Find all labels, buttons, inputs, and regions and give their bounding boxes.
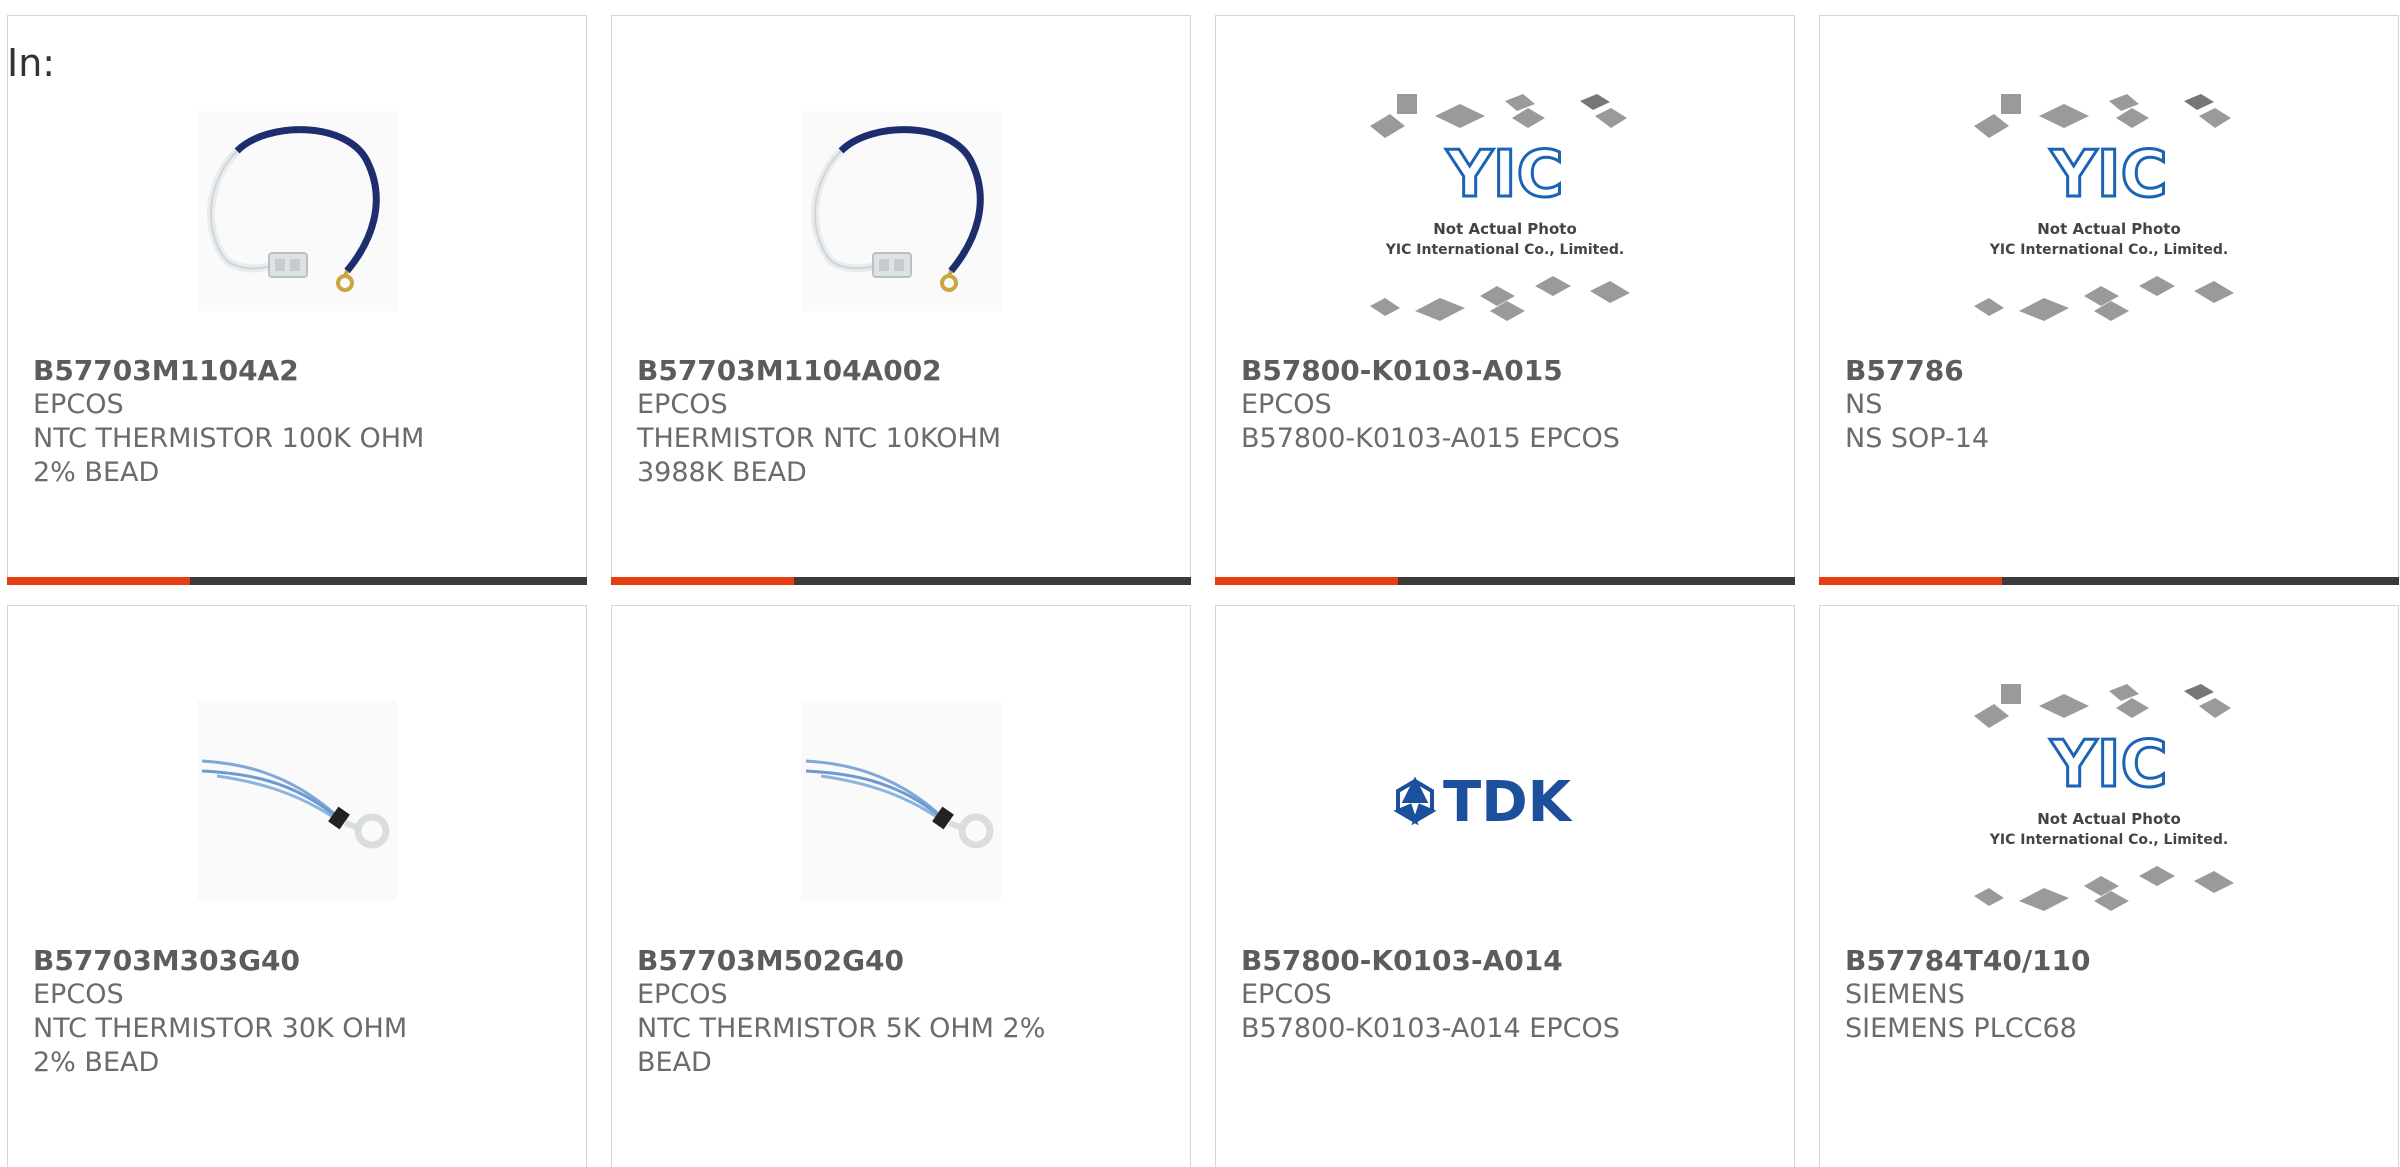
description: SIEMENS PLCC68 bbox=[1845, 1013, 2077, 1044]
card-bottom-bar bbox=[1215, 577, 1795, 585]
description: THERMISTOR NTC 10KOHM 3988K BEAD bbox=[637, 423, 1002, 488]
product-card[interactable]: YIC Not Actual Photo YIC International C… bbox=[1215, 15, 1795, 585]
manufacturer: NS bbox=[1845, 389, 1883, 420]
manufacturer: SIEMENS bbox=[1845, 979, 1965, 1010]
manufacturer: EPCOS bbox=[33, 979, 124, 1010]
product-card[interactable]: TDK B57800-K0103-A014 EPCOS B57800-K0103… bbox=[1215, 605, 1795, 1167]
card-bottom-bar bbox=[611, 577, 1191, 585]
tdk-logo-image: TDK bbox=[1393, 770, 1574, 835]
manufacturer: EPCOS bbox=[637, 389, 728, 420]
product-card[interactable]: B57703M1104A002 EPCOS THERMISTOR NTC 10K… bbox=[611, 15, 1191, 585]
part-number[interactable]: B57703M303G40 bbox=[33, 944, 566, 978]
product-card[interactable]: YIC Not Actual Photo YIC International C… bbox=[1819, 15, 2399, 585]
ring-thermistor-image bbox=[801, 701, 1001, 901]
product-image: YIC Not Actual Photo YIC International C… bbox=[1969, 86, 2249, 336]
part-number[interactable]: B57800-K0103-A015 bbox=[1241, 354, 1774, 388]
part-number[interactable]: B57703M1104A2 bbox=[33, 354, 566, 388]
yic-logo-text: YIC bbox=[2049, 138, 2167, 212]
manufacturer: EPCOS bbox=[637, 979, 728, 1010]
yic-line1: Not Actual Photo bbox=[1433, 220, 1577, 238]
part-number[interactable]: B57784T40/110 bbox=[1845, 944, 2378, 978]
product-image bbox=[761, 86, 1041, 336]
tdk-logo-text: TDK bbox=[1443, 770, 1574, 835]
product-grid-page: In: B57703M1104A2 EPCOS NTC THERMISTOR 1… bbox=[0, 0, 2400, 1167]
product-image bbox=[761, 676, 1041, 926]
card-bottom-bar bbox=[1819, 577, 2399, 585]
yic-placeholder-image: YIC Not Actual Photo YIC International C… bbox=[1974, 684, 2234, 911]
description: NTC THERMISTOR 5K OHM 2% BEAD bbox=[637, 1013, 1046, 1078]
product-card[interactable]: B57703M1104A2 EPCOS NTC THERMISTOR 100K … bbox=[7, 15, 587, 585]
product-card[interactable]: B57703M502G40 EPCOS NTC THERMISTOR 5K OH… bbox=[611, 605, 1191, 1167]
description: B57800-K0103-A015 EPCOS bbox=[1241, 423, 1620, 454]
card-bottom-bar bbox=[7, 577, 587, 585]
manufacturer: EPCOS bbox=[33, 389, 124, 420]
product-image bbox=[157, 86, 437, 336]
description: B57800-K0103-A014 EPCOS bbox=[1241, 1013, 1620, 1044]
yic-line1: Not Actual Photo bbox=[2037, 220, 2181, 238]
description: NS SOP-14 bbox=[1845, 423, 1990, 454]
yic-line2: YIC International Co., Limited. bbox=[1385, 242, 1624, 258]
yic-line2: YIC International Co., Limited. bbox=[1989, 832, 2228, 848]
yic-placeholder-image: YIC Not Actual Photo YIC International C… bbox=[1974, 94, 2234, 321]
part-number[interactable]: B57703M502G40 bbox=[637, 944, 1170, 978]
yic-placeholder-image: YIC Not Actual Photo YIC International C… bbox=[1370, 94, 1630, 321]
yic-logo-text: YIC bbox=[2049, 728, 2167, 802]
part-number[interactable]: B57786 bbox=[1845, 354, 2378, 388]
description: NTC THERMISTOR 30K OHM 2% BEAD bbox=[33, 1013, 408, 1078]
product-image bbox=[157, 676, 437, 926]
in-label: In: bbox=[7, 41, 56, 85]
product-image: YIC Not Actual Photo YIC International C… bbox=[1365, 86, 1645, 336]
ring-thermistor-image bbox=[197, 701, 397, 901]
manufacturer: EPCOS bbox=[1241, 389, 1332, 420]
yic-line1: Not Actual Photo bbox=[2037, 810, 2181, 828]
product-image: TDK bbox=[1365, 676, 1645, 926]
product-image: YIC Not Actual Photo YIC International C… bbox=[1969, 676, 2249, 926]
part-number[interactable]: B57703M1104A002 bbox=[637, 354, 1170, 388]
cable-thermistor-image bbox=[801, 111, 1001, 311]
product-card[interactable]: YIC Not Actual Photo YIC International C… bbox=[1819, 605, 2399, 1167]
yic-logo-text: YIC bbox=[1445, 138, 1563, 212]
yic-line2: YIC International Co., Limited. bbox=[1989, 242, 2228, 258]
product-card[interactable]: B57703M303G40 EPCOS NTC THERMISTOR 30K O… bbox=[7, 605, 587, 1167]
cable-thermistor-image bbox=[197, 111, 397, 311]
description: NTC THERMISTOR 100K OHM 2% BEAD bbox=[33, 423, 425, 488]
part-number[interactable]: B57800-K0103-A014 bbox=[1241, 944, 1774, 978]
manufacturer: EPCOS bbox=[1241, 979, 1332, 1010]
